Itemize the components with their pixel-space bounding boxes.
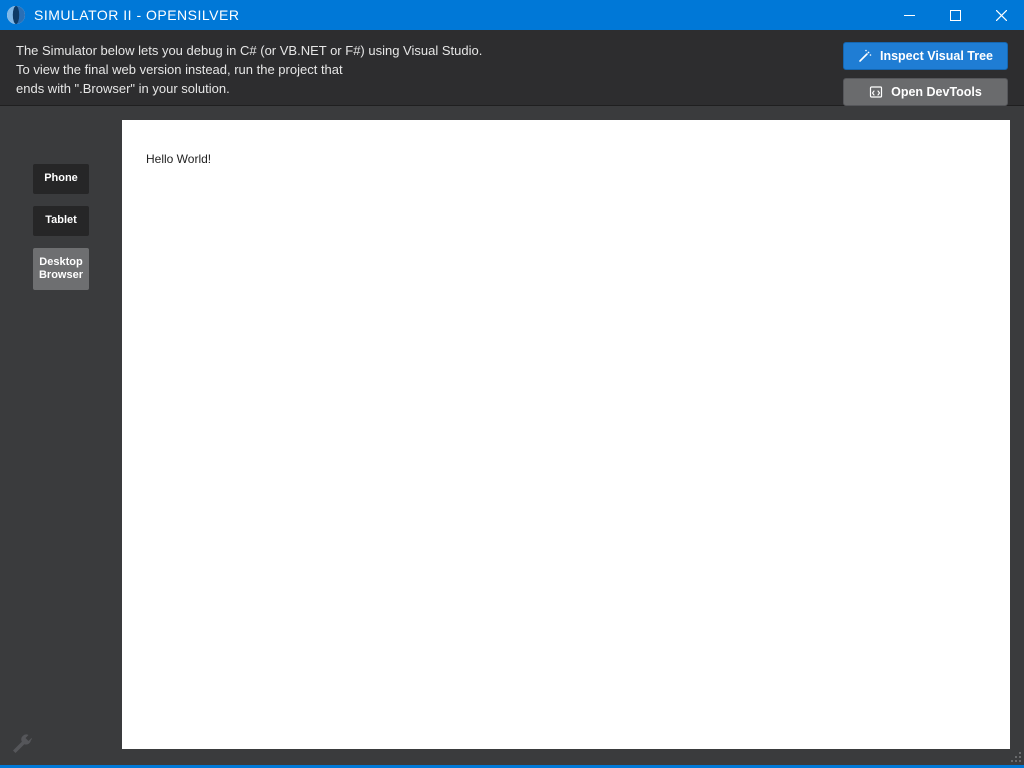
minimize-button[interactable] [886,0,932,30]
info-actions: Inspect Visual Tree Open DevTools [843,42,1008,106]
canvas-greeting: Hello World! [146,152,211,166]
titlebar: SIMULATOR II - OPENSILVER [0,0,1024,30]
device-desktop-button[interactable]: Desktop Browser [33,248,89,290]
resize-grip-icon[interactable] [1008,749,1022,763]
simulator-canvas[interactable]: Hello World! [122,120,1010,749]
close-button[interactable] [978,0,1024,30]
info-bar: The Simulator below lets you debug in C#… [0,30,1024,106]
workspace: Phone Tablet Desktop Browser Hello World… [0,106,1024,765]
device-phone-button[interactable]: Phone [33,164,89,194]
inspect-visual-tree-button[interactable]: Inspect Visual Tree [843,42,1008,70]
canvas-area: Hello World! [122,106,1024,765]
info-message: The Simulator below lets you debug in C#… [16,42,823,99]
app-logo-icon [6,5,26,25]
window-controls [886,0,1024,30]
info-line-1: The Simulator below lets you debug in C#… [16,42,823,61]
magic-wand-icon [858,49,872,63]
window-title: SIMULATOR II - OPENSILVER [34,7,239,23]
device-sidebar: Phone Tablet Desktop Browser [0,106,122,765]
device-desktop-label: Desktop Browser [37,256,85,282]
device-phone-label: Phone [44,172,78,185]
info-line-3: ends with ".Browser" in your solution. [16,80,823,99]
device-tablet-label: Tablet [45,214,77,227]
info-line-2: To view the final web version instead, r… [16,61,823,80]
device-tablet-button[interactable]: Tablet [33,206,89,236]
devtools-button-label: Open DevTools [891,85,982,99]
inspect-button-label: Inspect Visual Tree [880,49,993,63]
wrench-icon[interactable] [10,733,34,757]
devtools-icon [869,85,883,99]
maximize-button[interactable] [932,0,978,30]
open-devtools-button[interactable]: Open DevTools [843,78,1008,106]
